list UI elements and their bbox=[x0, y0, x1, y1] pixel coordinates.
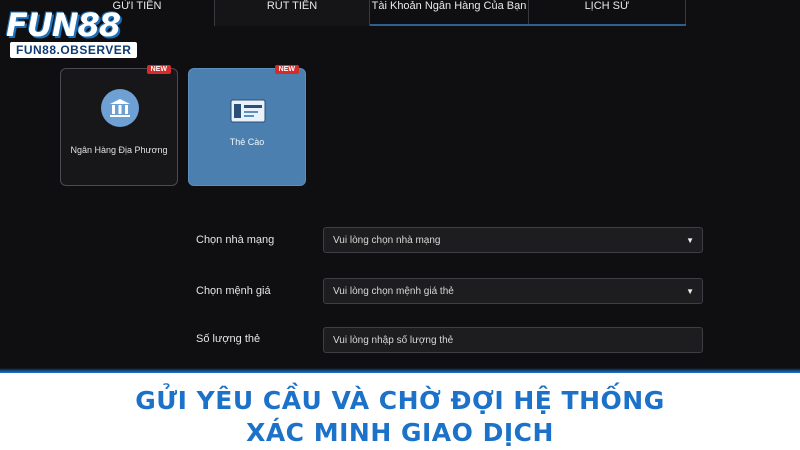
banner-title-line-1: GỬI YÊU CẦU VÀ CHỜ ĐỢI HỆ THỐNG bbox=[135, 386, 665, 415]
denomination-select[interactable]: Vui lòng chọn mệnh giá thẻ ▼ bbox=[323, 278, 703, 304]
logo-domain: FUN88.OBSERVER bbox=[10, 42, 138, 58]
method-card-label: Thẻ Cào bbox=[229, 137, 265, 147]
new-badge: NEW bbox=[274, 65, 299, 74]
quantity-label: Số lượng thẻ bbox=[196, 333, 261, 345]
method-card-scratch-card[interactable]: NEW Thẻ Cào bbox=[188, 65, 306, 186]
new-badge: NEW bbox=[146, 65, 171, 74]
tab-divider bbox=[685, 0, 686, 24]
bank-icon bbox=[101, 89, 139, 127]
tab-history-label: LỊCH SỬ bbox=[584, 0, 630, 12]
tab-bank-accounts[interactable]: Tài Khoản Ngân Hàng Của Bạn bbox=[370, 0, 528, 26]
method-card-label: Ngân Hàng Địa Phương bbox=[70, 145, 168, 155]
network-label: Chọn nhà mạng bbox=[196, 234, 275, 246]
quantity-input-placeholder: Vui lòng nhập số lượng thẻ bbox=[333, 334, 454, 346]
tab-withdraw-label: RÚT TIỀN bbox=[266, 0, 318, 12]
denomination-label: Chọn mệnh giá bbox=[196, 285, 271, 297]
network-select-value: Vui lòng chọn nhà mạng bbox=[333, 234, 441, 246]
tab-underline bbox=[370, 24, 686, 26]
denomination-select-value: Vui lòng chọn mệnh giá thẻ bbox=[333, 285, 454, 297]
caret-down-icon: ▼ bbox=[686, 236, 694, 245]
caret-down-icon: ▼ bbox=[686, 287, 694, 296]
network-select[interactable]: Vui lòng chọn nhà mạng ▼ bbox=[323, 227, 703, 253]
tab-bank-accounts-label: Tài Khoản Ngân Hàng Của Bạn bbox=[371, 0, 527, 12]
method-card-local-bank[interactable]: NEW Ngân Hàng Địa Phương bbox=[60, 65, 178, 186]
site-logo: FUN88 FUN88.OBSERVER bbox=[6, 8, 156, 60]
logo-wordmark: FUN88 bbox=[6, 6, 121, 44]
card-icon bbox=[230, 99, 266, 123]
quantity-input[interactable]: Vui lòng nhập số lượng thẻ bbox=[323, 327, 703, 353]
tab-history[interactable]: LỊCH SỬ bbox=[529, 0, 685, 26]
tab-withdraw[interactable]: RÚT TIỀN bbox=[214, 0, 370, 26]
banner-title-line-2: XÁC MINH GIAO DỊCH bbox=[246, 418, 554, 447]
